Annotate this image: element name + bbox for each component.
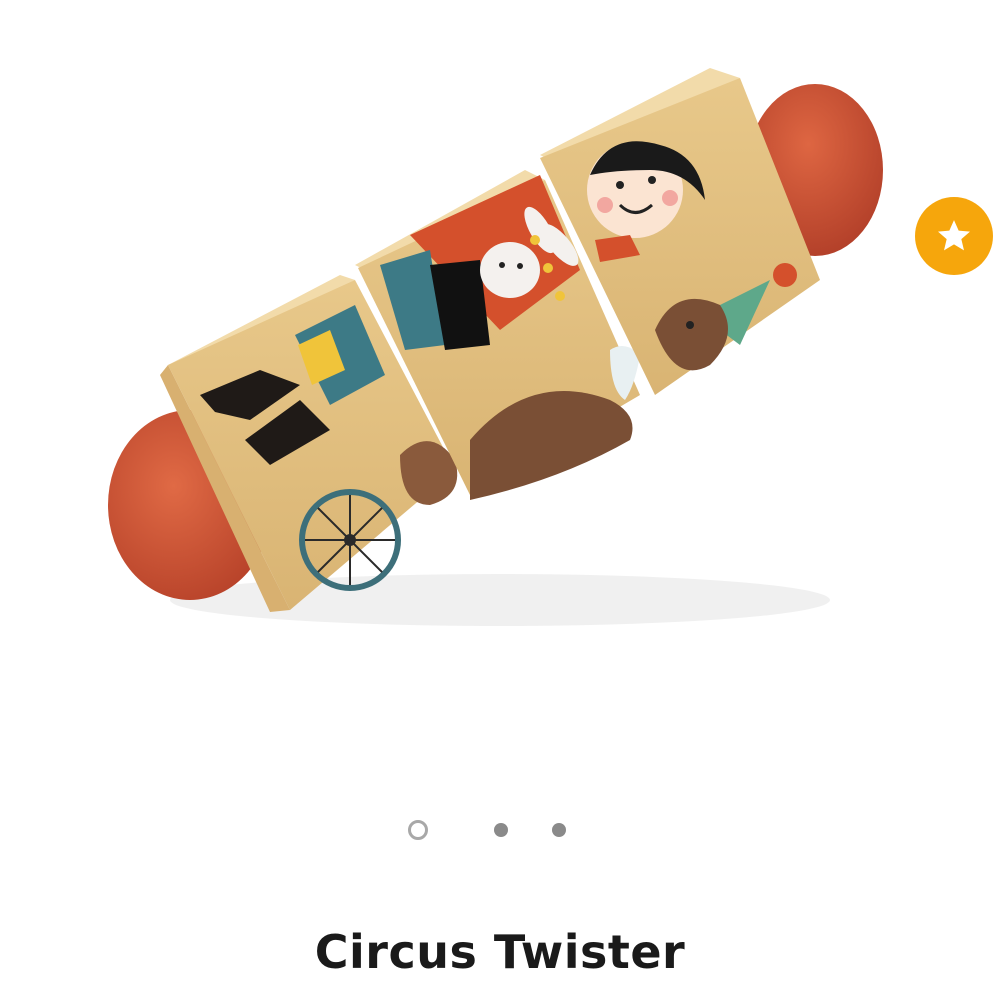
- carousel-dot-3[interactable]: [552, 823, 566, 837]
- carousel-dot-2[interactable]: [494, 823, 508, 837]
- carousel-dots: [0, 820, 1000, 840]
- product-title: Circus Twister: [314, 925, 686, 979]
- product-image[interactable]: [0, 0, 1000, 800]
- carousel-dot-1[interactable]: [408, 820, 428, 840]
- favorite-button[interactable]: [915, 197, 993, 275]
- star-icon: [938, 220, 970, 251]
